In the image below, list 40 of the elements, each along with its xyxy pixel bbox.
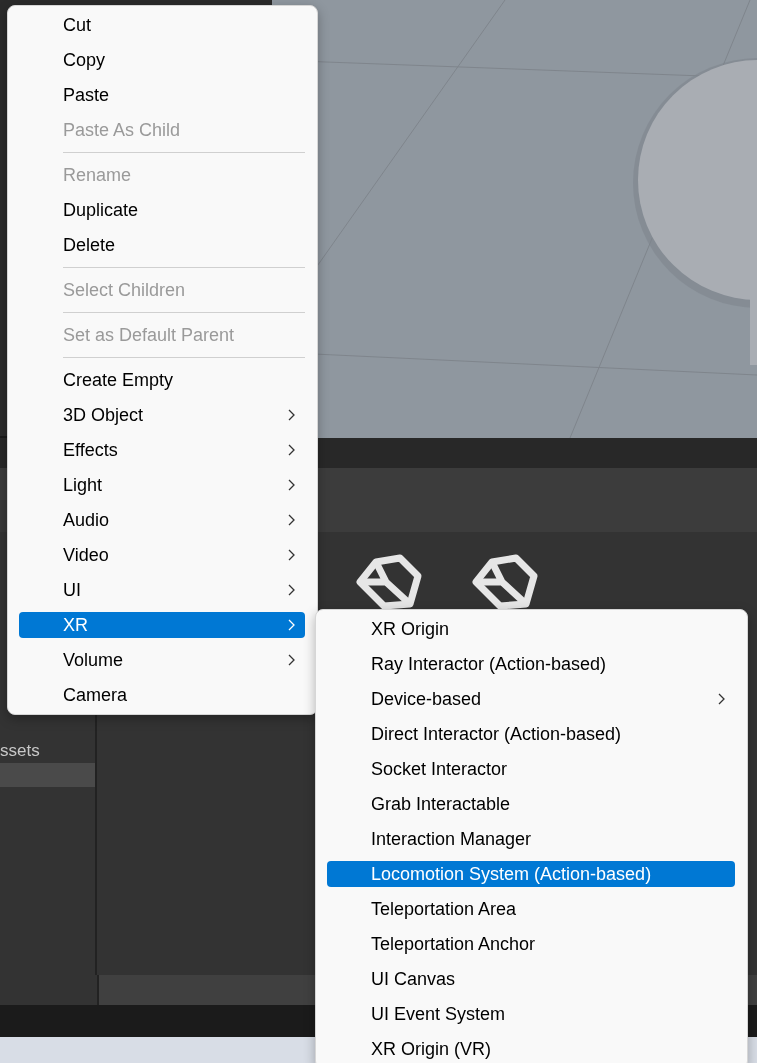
menu-item[interactable]: UI [19, 577, 305, 603]
menu-item[interactable]: Duplicate [19, 197, 305, 223]
menu-item[interactable]: Interaction Manager [327, 826, 735, 852]
chevron-right-icon [288, 619, 295, 631]
cube-logo-icon [470, 554, 540, 610]
menu-item[interactable]: Light [19, 472, 305, 498]
menu-item[interactable]: Audio [19, 507, 305, 533]
menu-item[interactable]: Socket Interactor [327, 756, 735, 782]
chevron-right-icon [288, 444, 295, 456]
menu-item[interactable]: Copy [19, 47, 305, 73]
chevron-right-icon [288, 549, 295, 561]
menu-item[interactable]: Paste [19, 82, 305, 108]
menu-item[interactable]: UI Event System [327, 1001, 735, 1027]
menu-item[interactable]: Video [19, 542, 305, 568]
chevron-right-icon [288, 654, 295, 666]
menu-item[interactable]: Teleportation Area [327, 896, 735, 922]
menu-item[interactable]: Device-based [327, 686, 735, 712]
chevron-right-icon [288, 584, 295, 596]
folder-label[interactable]: ssets [0, 739, 95, 763]
cube-logo-icon [354, 554, 424, 610]
menu-item[interactable]: Volume [19, 647, 305, 673]
chevron-right-icon [288, 479, 295, 491]
menu-item[interactable]: Grab Interactable [327, 791, 735, 817]
menu-item[interactable]: Cut [19, 12, 305, 38]
menu-item[interactable]: 3D Object [19, 402, 305, 428]
menu-item[interactable]: Ray Interactor (Action-based) [327, 651, 735, 677]
menu-item[interactable]: XR Origin [327, 616, 735, 642]
chevron-right-icon [288, 514, 295, 526]
menu-item[interactable]: XR [19, 612, 305, 638]
chevron-right-icon [718, 693, 725, 705]
chevron-right-icon [288, 409, 295, 421]
menu-item[interactable]: XR Origin (VR) [327, 1036, 735, 1062]
menu-item[interactable]: Locomotion System (Action-based) [327, 861, 735, 887]
selected-row[interactable] [0, 763, 95, 787]
menu-item[interactable]: Delete [19, 232, 305, 258]
menu-item[interactable]: UI Canvas [327, 966, 735, 992]
menu-item[interactable]: Teleportation Anchor [327, 931, 735, 957]
menu-item[interactable]: Create Empty [19, 367, 305, 393]
menu-item[interactable]: Direct Interactor (Action-based) [327, 721, 735, 747]
menu-item[interactable]: Camera [19, 682, 305, 708]
